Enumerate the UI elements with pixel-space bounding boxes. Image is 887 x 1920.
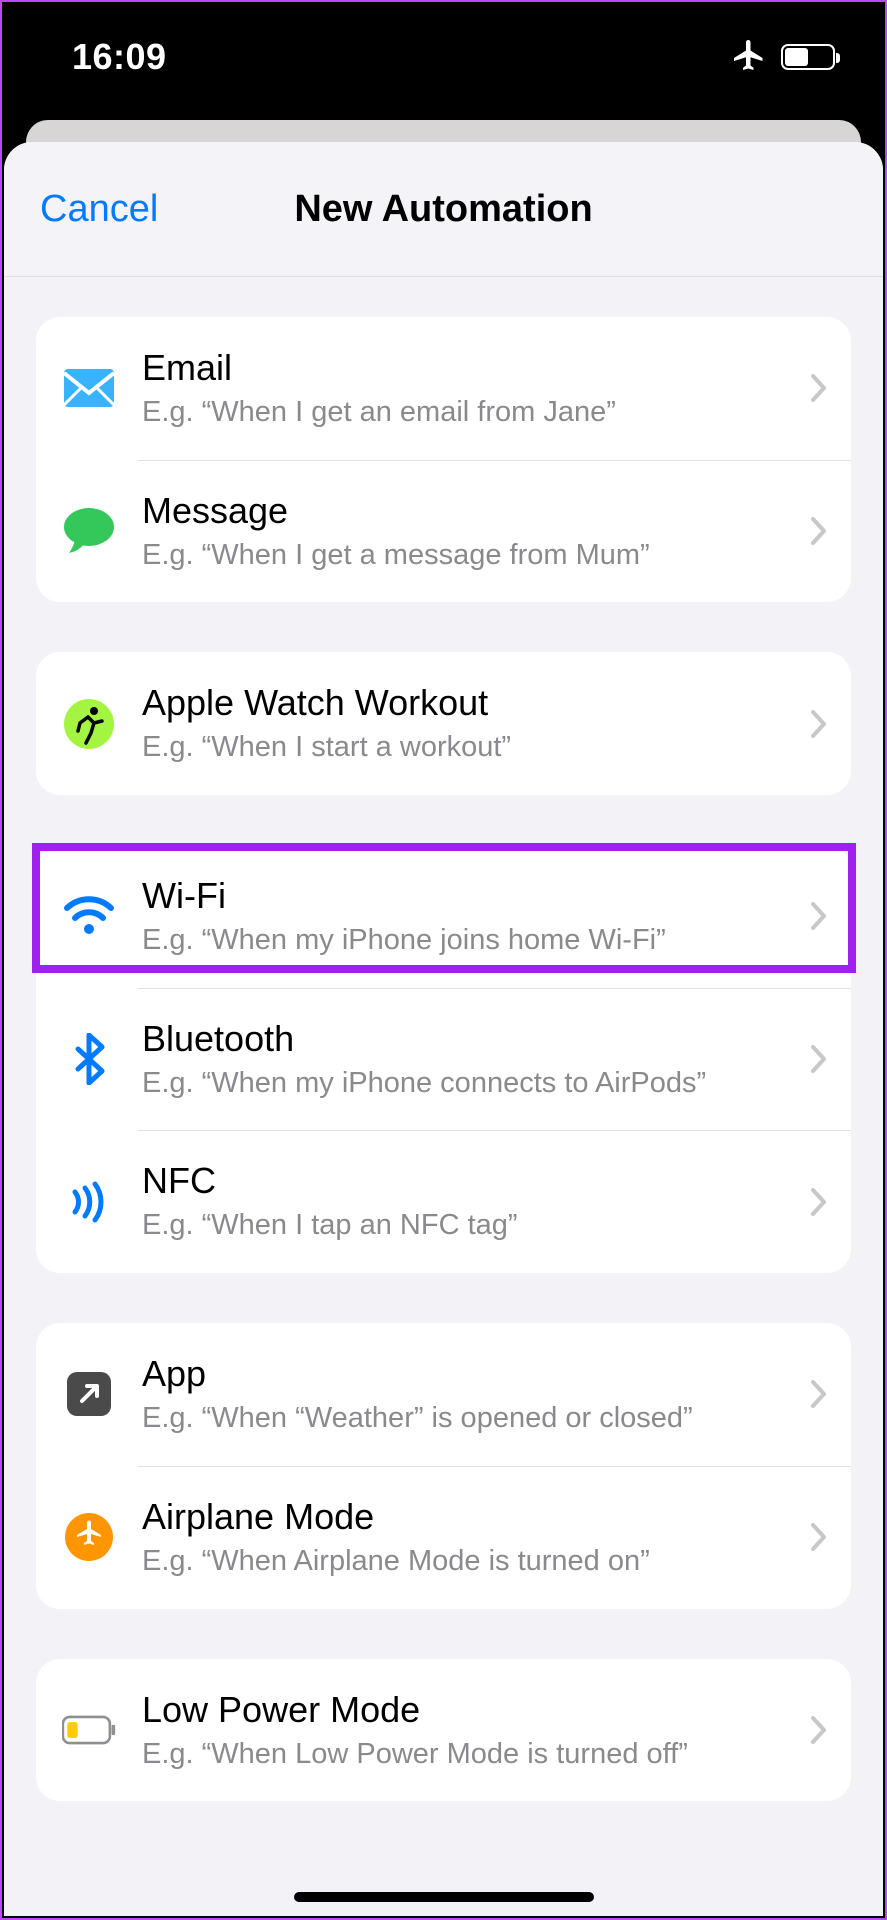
trigger-row-wifi[interactable]: Wi-Fi E.g. “When my iPhone joins home Wi…: [36, 845, 851, 988]
battery-icon: [781, 44, 835, 70]
status-icons: [731, 37, 835, 78]
low-power-battery-icon: [62, 1703, 116, 1757]
row-subtitle: E.g. “When Low Power Mode is turned off”: [142, 1736, 801, 1774]
trigger-group: App E.g. “When “Weather” is opened or cl…: [36, 1323, 851, 1608]
app-icon: [62, 1367, 116, 1421]
airplane-icon: [62, 1510, 116, 1564]
chevron-right-icon: [811, 1045, 827, 1073]
row-subtitle: E.g. “When I start a workout”: [142, 729, 801, 767]
chevron-right-icon: [811, 1380, 827, 1408]
chevron-right-icon: [811, 902, 827, 930]
trigger-group: Apple Watch Workout E.g. “When I start a…: [36, 652, 851, 795]
page-title: New Automation: [40, 188, 847, 231]
bluetooth-icon: [62, 1032, 116, 1086]
status-time: 16:09: [72, 36, 167, 78]
cancel-button[interactable]: Cancel: [40, 188, 158, 231]
row-subtitle: E.g. “When I tap an NFC tag”: [142, 1207, 801, 1245]
row-title: Email: [142, 345, 801, 390]
chevron-right-icon: [811, 1188, 827, 1216]
nfc-icon: [62, 1175, 116, 1229]
row-title: Airplane Mode: [142, 1494, 801, 1539]
chevron-right-icon: [811, 1716, 827, 1744]
trigger-group: Email E.g. “When I get an email from Jan…: [36, 317, 851, 602]
row-title: Apple Watch Workout: [142, 680, 801, 725]
row-title: Message: [142, 488, 801, 533]
trigger-row-app[interactable]: App E.g. “When “Weather” is opened or cl…: [36, 1323, 851, 1466]
trigger-row-low-power[interactable]: Low Power Mode E.g. “When Low Power Mode…: [36, 1659, 851, 1802]
row-title: NFC: [142, 1158, 801, 1203]
chevron-right-icon: [811, 374, 827, 402]
trigger-row-nfc[interactable]: NFC E.g. “When I tap an NFC tag”: [36, 1130, 851, 1273]
message-icon: [62, 504, 116, 558]
trigger-row-email[interactable]: Email E.g. “When I get an email from Jan…: [36, 317, 851, 460]
mail-icon: [62, 361, 116, 415]
row-subtitle: E.g. “When Airplane Mode is turned on”: [142, 1543, 801, 1581]
home-indicator[interactable]: [294, 1892, 594, 1902]
trigger-group: Wi-Fi E.g. “When my iPhone joins home Wi…: [36, 845, 851, 1273]
nav-bar: Cancel New Automation: [4, 142, 883, 277]
chevron-right-icon: [811, 710, 827, 738]
trigger-row-bluetooth[interactable]: Bluetooth E.g. “When my iPhone connects …: [36, 988, 851, 1131]
row-subtitle: E.g. “When I get a message from Mum”: [142, 537, 801, 575]
row-subtitle: E.g. “When my iPhone joins home Wi-Fi”: [142, 922, 801, 960]
modal-sheet: Cancel New Automation Email E.g. “When I…: [4, 142, 883, 1916]
row-subtitle: E.g. “When “Weather” is opened or closed…: [142, 1400, 801, 1438]
content-scroll[interactable]: Email E.g. “When I get an email from Jan…: [4, 277, 883, 1916]
chevron-right-icon: [811, 1523, 827, 1551]
trigger-row-airplane-mode[interactable]: Airplane Mode E.g. “When Airplane Mode i…: [36, 1466, 851, 1609]
row-title: Wi-Fi: [142, 873, 801, 918]
trigger-row-workout[interactable]: Apple Watch Workout E.g. “When I start a…: [36, 652, 851, 795]
workout-icon: [62, 697, 116, 751]
airplane-mode-icon: [731, 37, 767, 78]
row-subtitle: E.g. “When I get an email from Jane”: [142, 394, 801, 432]
trigger-group: Low Power Mode E.g. “When Low Power Mode…: [36, 1659, 851, 1802]
status-bar: 16:09: [2, 2, 885, 112]
chevron-right-icon: [811, 517, 827, 545]
row-title: Bluetooth: [142, 1016, 801, 1061]
row-title: App: [142, 1351, 801, 1396]
row-subtitle: E.g. “When my iPhone connects to AirPods…: [142, 1065, 801, 1103]
wifi-icon: [62, 889, 116, 943]
trigger-row-message[interactable]: Message E.g. “When I get a message from …: [36, 460, 851, 603]
row-title: Low Power Mode: [142, 1687, 801, 1732]
